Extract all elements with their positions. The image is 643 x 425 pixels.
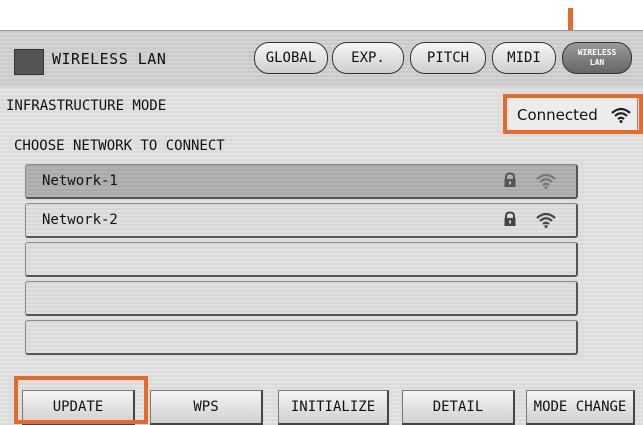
choose-network-heading: CHOOSE NETWORK TO CONNECT (14, 138, 225, 154)
tab-pitch[interactable]: PITCH (410, 42, 486, 74)
tab-midi[interactable]: MIDI (492, 42, 556, 74)
network-row[interactable]: Network-2 (25, 203, 578, 238)
network-name: Network-2 (42, 212, 118, 228)
network-row-empty[interactable] (25, 242, 578, 277)
update-highlight (14, 376, 148, 424)
network-row[interactable]: Network-1 (25, 164, 578, 199)
tab-global[interactable]: GLOBAL (254, 42, 328, 74)
detail-button[interactable]: DETAIL (402, 390, 515, 425)
title-square-icon (14, 49, 44, 75)
mode-change-button[interactable]: MODE CHANGE (526, 390, 635, 425)
tab-wireless-lan-line2: LAN (589, 58, 605, 67)
status-highlight (503, 94, 643, 134)
tab-wireless-lan[interactable]: WIRELESS LAN (562, 42, 632, 74)
network-row-empty[interactable] (25, 281, 578, 316)
title-bar: WIRELESS LAN GLOBAL EXP. PITCH MIDI WIRE… (0, 31, 643, 87)
wifi-icon (536, 173, 556, 193)
tab-wireless-lan-line1: WIRELESS (577, 48, 617, 57)
lock-icon (502, 211, 518, 231)
page-title: WIRELESS LAN (52, 50, 167, 68)
mode-label: INFRASTRUCTURE MODE (6, 98, 167, 114)
network-name: Network-1 (42, 173, 118, 189)
wifi-icon (536, 212, 556, 232)
wps-button[interactable]: WPS (150, 390, 263, 425)
tab-exp[interactable]: EXP. (332, 42, 404, 74)
lock-icon (502, 172, 518, 192)
initialize-button[interactable]: INITIALIZE (278, 390, 389, 425)
network-row-empty[interactable] (25, 320, 578, 355)
wireless-lan-screen: WIRELESS LAN GLOBAL EXP. PITCH MIDI WIRE… (0, 30, 643, 425)
